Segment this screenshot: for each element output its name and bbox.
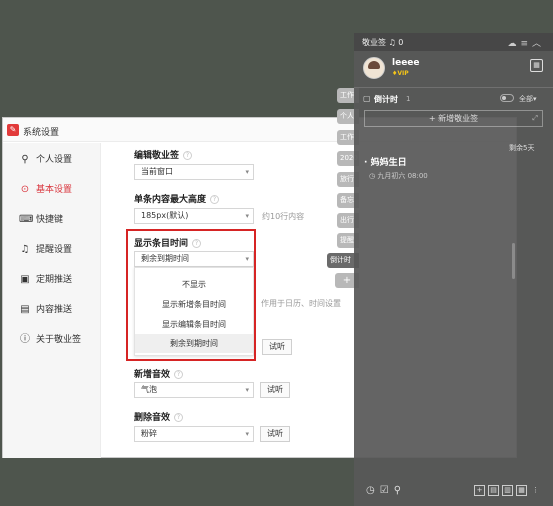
expand-icon[interactable]: ⤢: [532, 111, 538, 126]
dropdown-option[interactable]: 显示编辑条目时间: [135, 315, 253, 334]
add-icon[interactable]: +: [474, 485, 485, 496]
max-height-hint: 约10行内容: [262, 212, 305, 221]
scrollbar[interactable]: [512, 243, 515, 279]
app-logo-icon: ✎: [7, 124, 19, 136]
show-time-select[interactable]: 剩余到期时间 ▾: [134, 251, 254, 267]
nav-content-push[interactable]: ▤ 内容推送: [3, 295, 101, 325]
countdown-count: 1: [406, 95, 411, 103]
username: leeee: [392, 58, 420, 68]
nav-reminder[interactable]: ♫ 提醒设置: [3, 235, 101, 265]
max-height-select[interactable]: 185px(默认) ▾: [134, 208, 254, 224]
bell-icon: ♫: [20, 244, 30, 255]
nav-periodic-push[interactable]: ▣ 定期推送: [3, 265, 101, 295]
archive-icon[interactable]: ▤: [488, 485, 499, 496]
avatar[interactable]: [363, 57, 385, 79]
new-note-button[interactable]: + 新增敬业签 ⤢: [364, 110, 543, 127]
window-title: 系统设置: [23, 128, 60, 138]
cloud-icon[interactable]: ☁: [507, 39, 520, 49]
chevron-down-icon: ▾: [245, 386, 249, 394]
panel-bottom-tools: ◷☑⚲: [366, 485, 406, 496]
new-sound-label: 新增音效?: [134, 367, 184, 380]
countdown-label: 倒计时: [374, 95, 398, 104]
keyboard-icon: ⌨: [19, 214, 34, 225]
user-icon: ⚲: [21, 154, 29, 165]
show-time-label: 显示条目时间?: [134, 236, 202, 249]
max-height-label: 单条内容最大高度?: [134, 192, 220, 205]
panel-bottom-actions: + ▤ ▥ ▦ ⋮: [474, 485, 544, 497]
new-sound-test-button[interactable]: 试听: [260, 382, 290, 398]
info-icon: ⓘ: [20, 334, 30, 345]
chevron-down-icon: ▾: [245, 168, 249, 176]
settings-sidebar: ⚲ 个人设置 ⊙ 基本设置 ⌨ 快捷键 ♫ 提醒设置 ▣ 定期推送 ▤ 内容推送 ⓘ 关于敬业…: [3, 143, 101, 458]
countdown-toggle[interactable]: [500, 94, 514, 102]
new-sound-select[interactable]: 气泡 ▾: [134, 382, 254, 398]
panel-window-controls: ☁≡︿: [507, 36, 545, 49]
clock-icon[interactable]: ◷: [366, 485, 380, 496]
calendar-icon[interactable]: ▦: [530, 59, 543, 72]
dropdown-option[interactable]: 显示新增条目时间: [135, 295, 253, 314]
nav-basic[interactable]: ⊙ 基本设置: [3, 175, 101, 205]
show-time-dropdown: 不显示 显示新增条目时间 显示编辑条目时间 剩余到期时间: [134, 267, 254, 356]
help-icon[interactable]: ?: [192, 239, 202, 248]
vip-badge: ♦VIP: [392, 70, 409, 77]
help-icon[interactable]: ?: [183, 151, 193, 160]
export-icon[interactable]: ▦: [516, 485, 527, 496]
delete-sound-test-button[interactable]: 试听: [260, 426, 290, 442]
help-icon[interactable]: ?: [210, 195, 220, 204]
calendar-push-icon: ▣: [20, 274, 30, 285]
chevron-down-icon: ▾: [245, 430, 249, 438]
nav-shortcuts[interactable]: ⌨ 快捷键: [3, 205, 101, 235]
panel-topbar: 敬业签 ♫ 0 ☁≡︿: [354, 33, 553, 51]
menu-icon[interactable]: ≡: [520, 39, 532, 49]
help-icon[interactable]: ?: [174, 413, 184, 422]
document-icon: ▤: [20, 304, 30, 315]
event-date: ◷ 九月初六 08:00: [369, 172, 428, 180]
edit-note-select[interactable]: 当前窗口 ▾: [134, 164, 254, 180]
nav-about[interactable]: ⓘ 关于敬业签: [3, 325, 101, 355]
chevron-down-icon: ▾: [245, 212, 249, 220]
edit-note-label: 编辑敬业签?: [134, 148, 193, 161]
sticky-note-panel: 敬业签 ♫ 0 ☁≡︿ leeee ♦VIP ▦ ▢ 倒计时 1 全部▾ + 新…: [354, 33, 553, 506]
dropdown-option[interactable]: 不显示: [135, 275, 253, 294]
filter-select[interactable]: 全部▾: [519, 94, 537, 104]
help-icon[interactable]: ?: [174, 370, 184, 379]
chevron-down-icon: ▾: [245, 255, 249, 263]
team-icon[interactable]: ▥: [502, 485, 513, 496]
panel-title: 敬业签 ♫ 0: [362, 38, 404, 47]
test-sound-button[interactable]: 试听: [262, 339, 292, 355]
countdown-icon: ▢: [363, 94, 371, 103]
show-time-hint: 作用于日历、时间设置: [261, 299, 341, 308]
event-title[interactable]: · 妈妈生日: [364, 155, 407, 168]
delete-sound-select[interactable]: 粉碎 ▾: [134, 426, 254, 442]
gear-icon: ⊙: [20, 184, 30, 195]
dropdown-option-selected[interactable]: 剩余到期时间: [135, 334, 253, 353]
bell-icon[interactable]: ♫: [389, 38, 396, 47]
checklist-icon[interactable]: ☑: [380, 485, 394, 496]
delete-sound-label: 删除音效?: [134, 410, 184, 423]
nav-personal[interactable]: ⚲ 个人设置: [3, 145, 101, 175]
search-icon[interactable]: ⚲: [394, 485, 406, 496]
more-icon[interactable]: ⋮: [530, 486, 541, 497]
remaining-days: 剩余5天: [509, 144, 535, 152]
divider: [354, 87, 553, 88]
collapse-icon[interactable]: ︿: [532, 39, 545, 49]
